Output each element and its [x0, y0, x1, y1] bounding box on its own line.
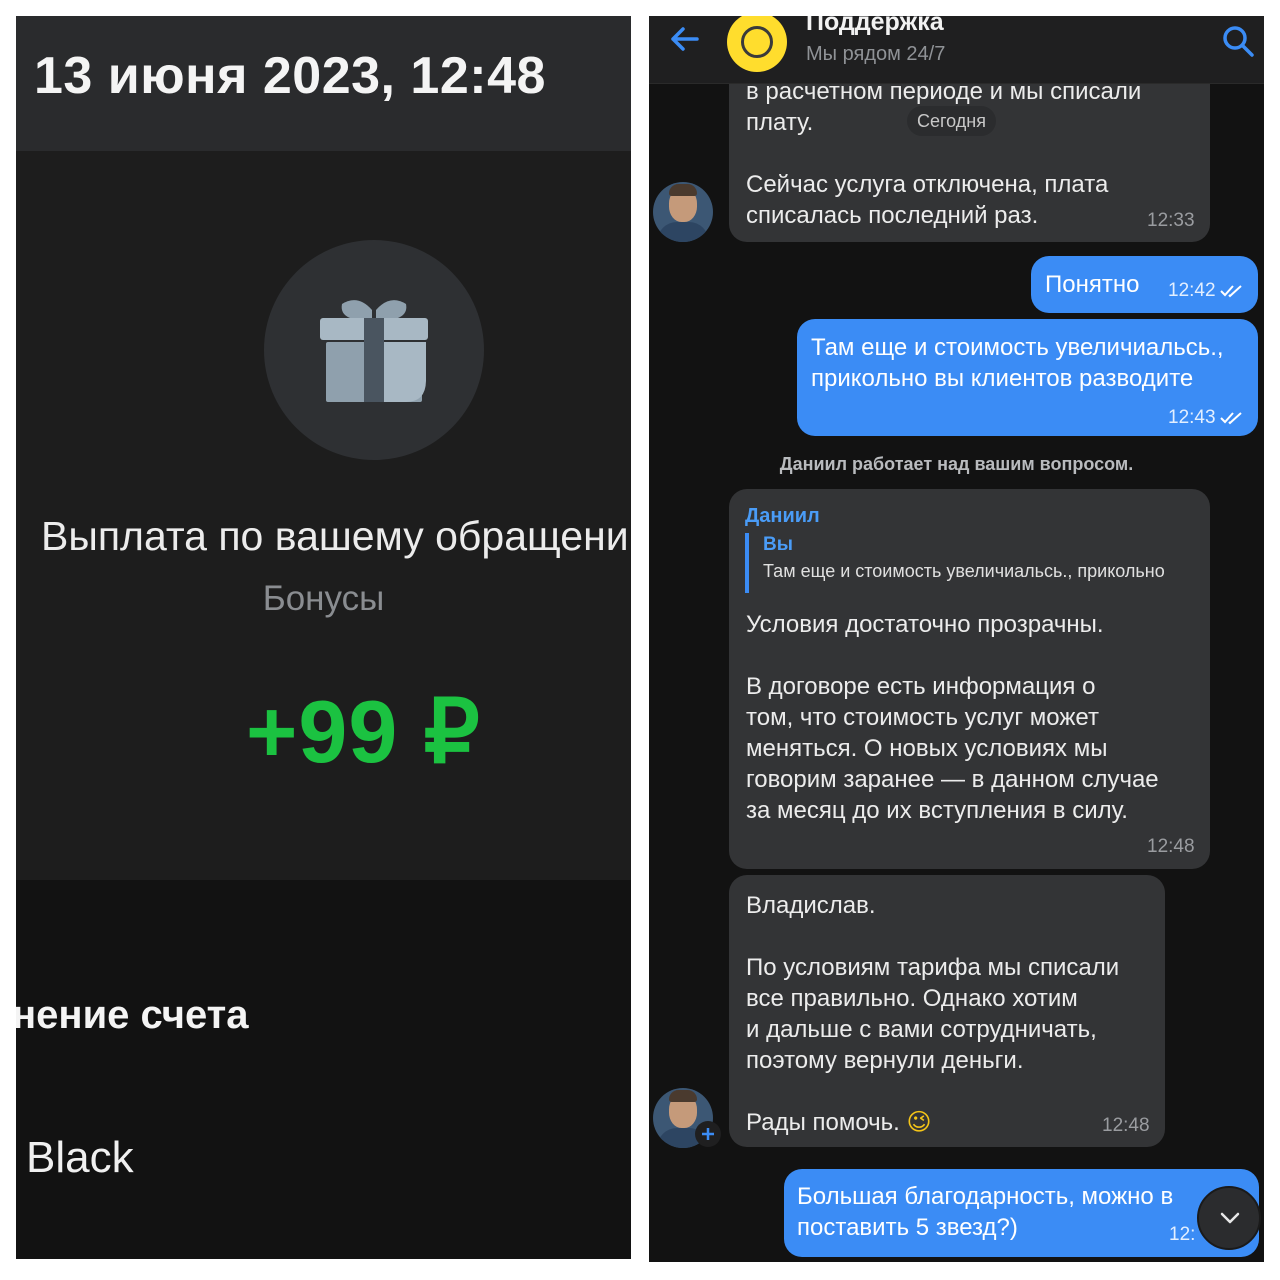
message-line: Там еще и стоимость увеличиальсь., [811, 334, 1224, 361]
message-line: и дальше с вами сотрудничать, [746, 1016, 1097, 1043]
message-time: 12: [1169, 1224, 1196, 1245]
scroll-down-button[interactable] [1197, 1186, 1261, 1250]
chat-title: Поддержка [806, 16, 944, 36]
search-icon[interactable] [1221, 24, 1255, 63]
message-line: В договоре есть информация о [746, 673, 1096, 700]
read-ticks-icon [1219, 285, 1242, 298]
account-name[interactable]: Black [26, 1133, 134, 1183]
chat-header: Поддержка Мы рядом 24/7 [649, 16, 1264, 84]
back-arrow-icon[interactable] [667, 22, 701, 61]
message-line: все правильно. Однако хотим [746, 985, 1078, 1012]
transaction-title: Выплата по вашему обращению [41, 513, 631, 559]
message-bubble[interactable]: Большая благодарность, можно в поставить… [784, 1169, 1259, 1257]
message-line: По условиям тарифа мы списали [746, 954, 1120, 981]
quote-text: Там еще и стоимость увеличиальсь., прико… [763, 561, 1165, 581]
message-time: 12:48 [1102, 1115, 1150, 1136]
gift-icon [264, 240, 484, 460]
message-line: Сейчас услуга отключена, плата [746, 171, 1109, 198]
message-author: Даниил [745, 505, 820, 527]
message-line: Большая благодарность, можно в [797, 1183, 1174, 1210]
support-avatar [653, 182, 713, 242]
transaction-date: 13 июня 2023, 12:48 [34, 47, 546, 105]
bank-logo [727, 16, 787, 72]
message-line: за месяц до их вступления в силу. [746, 797, 1128, 824]
quote-author: Вы [763, 534, 793, 555]
chevron-down-icon [1220, 1212, 1240, 1224]
message-line: поэтому вернули деньги. [746, 1047, 1024, 1074]
message-line: меняться. О новых условиях мы [746, 735, 1108, 762]
message-line: прикольно вы клиентов разводите [811, 365, 1194, 392]
message-bubble[interactable]: Понятно 12:42 [1031, 256, 1258, 313]
message-bubble[interactable]: Владислав. По условиям тарифа мы списали… [729, 875, 1165, 1147]
reply-quote[interactable]: Вы Там еще и стоимость увеличиальсь., пр… [745, 533, 1165, 593]
section-title: нение счета [16, 993, 249, 1037]
message-line: говорим заранее — в данном случае [746, 766, 1159, 793]
date-header: 13 июня 2023, 12:48 [16, 16, 631, 151]
message-line: Условия достаточно прозрачны. [746, 611, 1104, 638]
wink-emoji-icon: 😉 [906, 1108, 932, 1136]
read-ticks-icon [1219, 412, 1242, 425]
message-line: том, что стоимость услуг может [746, 704, 1099, 731]
message-line: Владислав. [746, 892, 876, 919]
message-time: 12:48 [1147, 836, 1195, 857]
transaction-amount: +99 ₽ [246, 682, 481, 781]
message-time: 12:42 [1168, 275, 1244, 306]
transaction-screen: 13 июня 2023, 12:48 Выплата по вашему об… [16, 16, 631, 1259]
message-line: поставить 5 звезд?) [797, 1214, 1018, 1241]
transaction-category: Бонусы [262, 579, 385, 618]
message-time: 12:33 [1147, 210, 1195, 231]
add-contact-button[interactable] [694, 1120, 722, 1153]
support-chat: Поддержка Мы рядом 24/7 в расчетном пери… [649, 16, 1264, 1262]
message-time: 12:43 [1168, 402, 1244, 433]
message-text: Понятно [1045, 271, 1140, 298]
chat-subtitle: Мы рядом 24/7 [806, 43, 946, 65]
system-note: Даниил работает над вашим вопросом. [779, 454, 1134, 474]
message-bubble[interactable]: Даниил Вы Там еще и стоимость увеличиаль… [729, 489, 1210, 869]
message-bubble[interactable]: Там еще и стоимость увеличиальсь., прико… [797, 319, 1258, 436]
message-line: списалась последний раз. [746, 202, 1039, 229]
date-chip: Сегодня [907, 106, 996, 136]
message-line: Рады помочь. [746, 1109, 900, 1136]
